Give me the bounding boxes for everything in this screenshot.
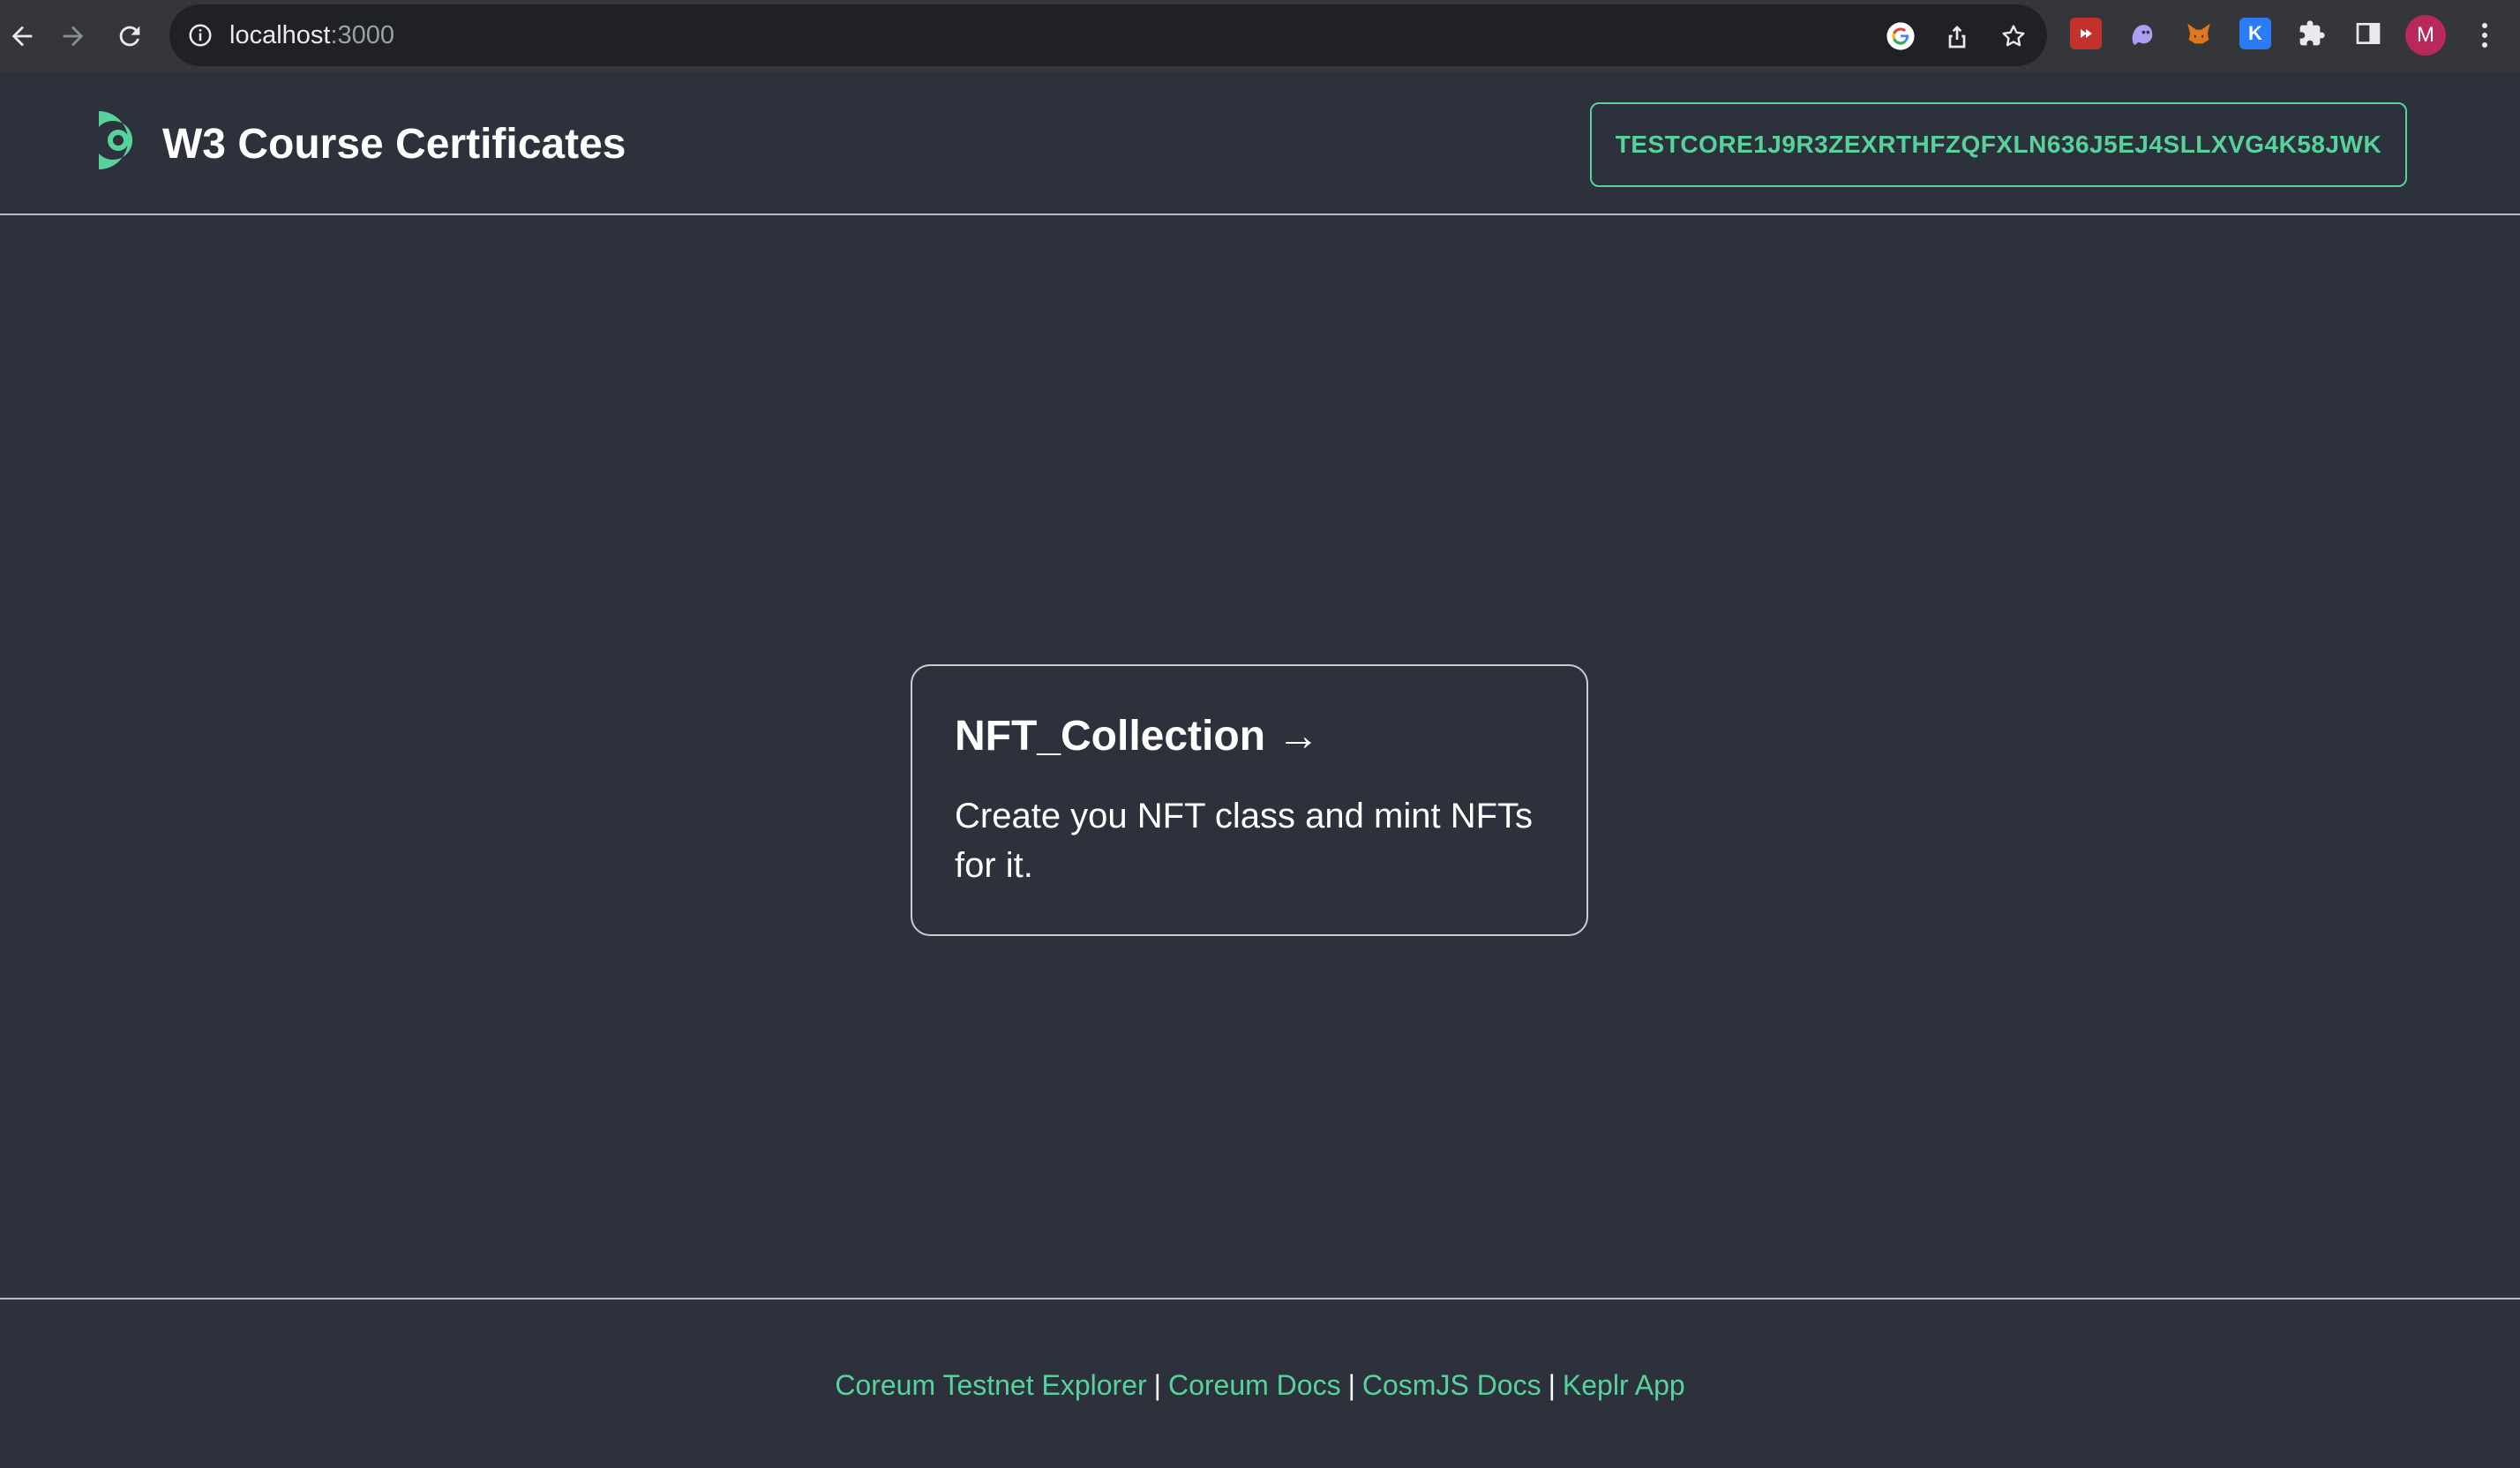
url-text: localhost:3000 (229, 21, 395, 49)
puzzle-extensions-icon[interactable] (2296, 18, 2328, 49)
footer-link-cosmjs-docs[interactable]: CosmJS Docs (1362, 1369, 1541, 1401)
wallet-address-button[interactable]: TESTCORE1J9R3ZEXRTHFZQFXLN636J5EJ4SLLXVG… (1590, 102, 2407, 187)
card-title: NFT_Collection → (955, 713, 1320, 760)
profile-avatar[interactable]: M (2405, 15, 2446, 56)
side-panel-icon[interactable] (2352, 18, 2384, 49)
share-icon[interactable] (1941, 20, 1973, 52)
footer-divider (0, 1298, 2520, 1299)
coreum-logo-icon (99, 111, 133, 169)
info-icon[interactable] (187, 22, 214, 49)
footer-separator: | (1153, 1369, 1161, 1401)
browser-menu-icon[interactable] (2467, 16, 2502, 55)
footer-links: Coreum Testnet Explorer | Coreum Docs | Cosm… (0, 1359, 2520, 1412)
youtube-extension-icon[interactable] (2070, 18, 2102, 49)
browser-toolbar: localhost:3000 K M (0, 0, 2520, 72)
footer-link-coreum-docs[interactable]: Coreum Docs (1168, 1369, 1341, 1401)
footer-separator: | (1548, 1369, 1556, 1401)
footer-link-keplr-app[interactable]: Keplr App (1563, 1369, 1685, 1401)
arrow-right-icon (63, 26, 84, 47)
reload-icon (119, 26, 140, 47)
back-button[interactable] (0, 14, 44, 58)
address-bar[interactable]: localhost:3000 (169, 4, 2047, 66)
nft-collection-card[interactable]: NFT_Collection → Create you NFT class an… (911, 664, 1588, 936)
site-title[interactable]: W3 Course Certificates (162, 116, 626, 173)
ghost-extension-icon[interactable] (2126, 18, 2158, 49)
site-header: W3 Course Certificates TESTCORE1J9R3ZEXR… (0, 72, 2520, 215)
reload-button[interactable] (108, 14, 152, 58)
metamask-extension-icon[interactable] (2183, 18, 2215, 49)
google-icon[interactable] (1885, 20, 1916, 52)
arrow-left-icon (11, 26, 33, 47)
keplr-extension-icon[interactable]: K (2239, 18, 2271, 49)
footer-separator: | (1347, 1369, 1355, 1401)
forward-button[interactable] (51, 14, 95, 58)
star-icon[interactable] (1998, 20, 2029, 52)
card-description: Create you NFT class and mint NFTs for i… (955, 797, 1534, 885)
footer-link-testnet-explorer[interactable]: Coreum Testnet Explorer (835, 1369, 1146, 1401)
